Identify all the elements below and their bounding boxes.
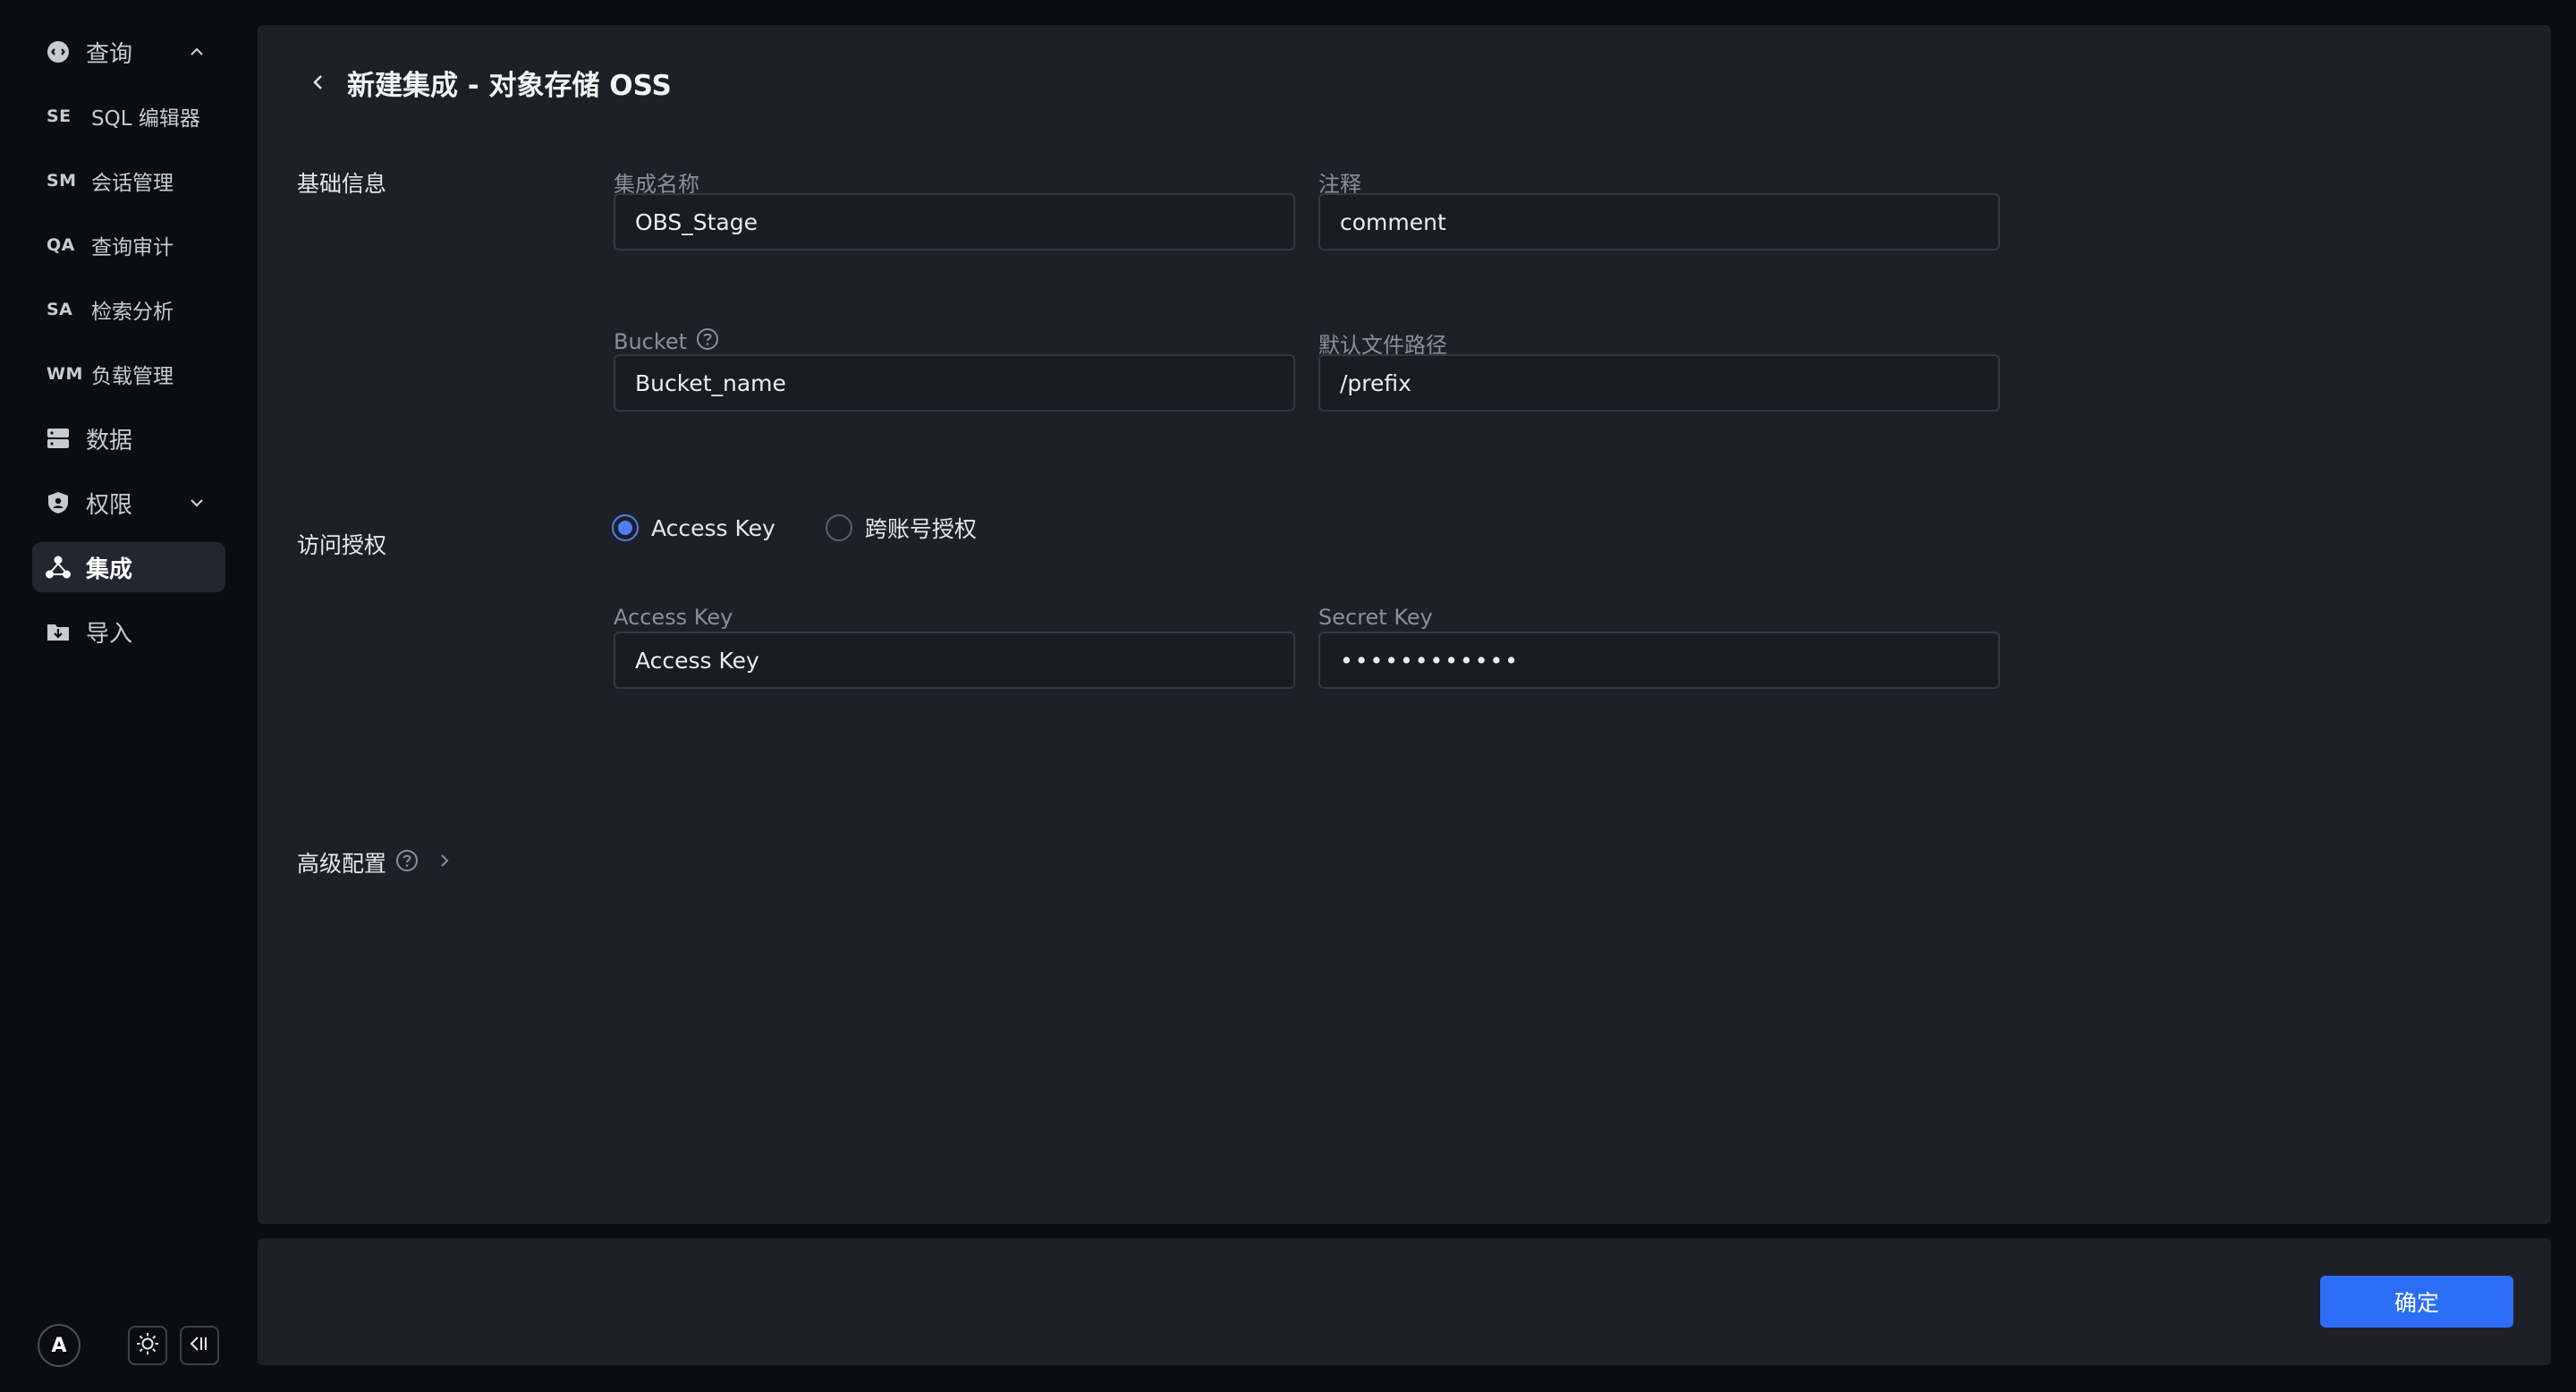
folder-import-icon — [45, 618, 72, 645]
secret-key-label: Secret Key — [1318, 605, 1433, 630]
sidebar-item-label: SQL 编辑器 — [91, 107, 200, 131]
confirm-button[interactable]: 确定 — [2320, 1276, 2513, 1328]
sidebar-item-abbr: SA — [47, 300, 73, 319]
sidebar-item-session-management[interactable]: SM 会话管理 — [32, 156, 225, 206]
radio-label: Access Key — [651, 514, 775, 541]
sidebar-item-label: 会话管理 — [91, 172, 174, 195]
database-icon — [45, 425, 72, 452]
section-basic-info: 基础信息 — [297, 171, 387, 197]
section-access-auth: 访问授权 — [297, 532, 387, 558]
sidebar-item-label: 集成 — [86, 556, 133, 583]
advanced-config-toggle[interactable]: 高级配置 — [297, 846, 453, 878]
sidebar-item-search-analysis[interactable]: SA 检索分析 — [32, 284, 225, 335]
help-icon[interactable] — [696, 327, 719, 356]
page-title: 新建集成 - 对象存储 OSS — [347, 69, 672, 102]
radio-cross-account[interactable]: 跨账号授权 — [825, 512, 977, 544]
field-label-text: Access Key — [614, 605, 733, 630]
field-label-text: Secret Key — [1318, 605, 1433, 630]
sidebar-item-abbr: SM — [47, 171, 77, 191]
sidebar-item-integration[interactable]: 集成 — [32, 542, 225, 592]
bucket-label: Bucket — [614, 327, 719, 356]
sidebar-item-data[interactable]: 数据 — [32, 413, 225, 463]
sidebar-item-label: 查询 — [86, 40, 133, 68]
back-arrow-icon[interactable] — [304, 68, 333, 97]
integration-name-input[interactable] — [614, 193, 1295, 250]
sun-icon — [136, 1332, 159, 1359]
page-header: 新建集成 - 对象存储 OSS — [304, 63, 672, 102]
bucket-input[interactable] — [614, 354, 1295, 412]
sidebar-item-label: 查询审计 — [91, 236, 174, 259]
footer-panel: 确定 — [258, 1238, 2551, 1365]
advanced-config-label: 高级配置 — [297, 851, 387, 877]
radio-unchecked-icon — [825, 514, 852, 541]
help-icon[interactable] — [395, 849, 419, 876]
app: 查询 SE SQL 编辑器 SM 会话管理 QA 查询审计 SA 检索分析 WM… — [0, 0, 2576, 1392]
sidebar-item-label: 负载管理 — [91, 365, 174, 388]
auth-type-radio-group: Access Key 跨账号授权 — [612, 512, 1027, 544]
default-path-input[interactable] — [1318, 354, 2000, 412]
sidebar-item-abbr: WM — [47, 364, 83, 384]
collapse-sidebar-button[interactable] — [180, 1326, 219, 1365]
sidebar-item-label: 权限 — [86, 491, 133, 519]
shield-user-icon — [45, 489, 72, 516]
theme-toggle-button[interactable] — [128, 1326, 167, 1365]
radio-checked-icon — [612, 514, 639, 541]
sidebar-item-sql-editor[interactable]: SE SQL 编辑器 — [32, 91, 225, 141]
sidebar-item-label: 数据 — [86, 427, 133, 454]
sidebar-item-label: 检索分析 — [91, 301, 174, 324]
comment-input[interactable] — [1318, 193, 2000, 250]
sidebar-item-import[interactable]: 导入 — [32, 607, 225, 657]
access-key-label: Access Key — [614, 605, 733, 630]
sidebar-item-query-audit[interactable]: QA 查询审计 — [32, 220, 225, 270]
field-label-text: Bucket — [614, 329, 688, 354]
collapse-left-icon — [188, 1332, 211, 1359]
sidebar: 查询 SE SQL 编辑器 SM 会话管理 QA 查询审计 SA 检索分析 WM… — [0, 0, 258, 1392]
chevron-right-icon — [436, 853, 453, 872]
access-key-input[interactable] — [614, 632, 1295, 689]
radio-label: 跨账号授权 — [864, 516, 977, 542]
sidebar-item-workload-management[interactable]: WM 负载管理 — [32, 349, 225, 399]
sidebar-item-permissions[interactable]: 权限 — [32, 478, 225, 528]
avatar[interactable]: A — [38, 1324, 80, 1367]
query-icon — [45, 38, 72, 65]
sidebar-item-label: 导入 — [86, 620, 133, 648]
sidebar-item-abbr: QA — [47, 235, 75, 255]
chevron-up-icon[interactable] — [184, 39, 209, 64]
integration-icon — [45, 554, 72, 581]
chevron-down-icon[interactable] — [184, 490, 209, 515]
sidebar-item-query[interactable]: 查询 — [32, 27, 225, 77]
secret-key-input[interactable] — [1318, 632, 2000, 689]
main-panel: 新建集成 - 对象存储 OSS 基础信息 集成名称 注释 Bucket 默认文件… — [258, 25, 2551, 1224]
sidebar-item-abbr: SE — [47, 106, 72, 126]
radio-access-key[interactable]: Access Key — [612, 514, 775, 541]
